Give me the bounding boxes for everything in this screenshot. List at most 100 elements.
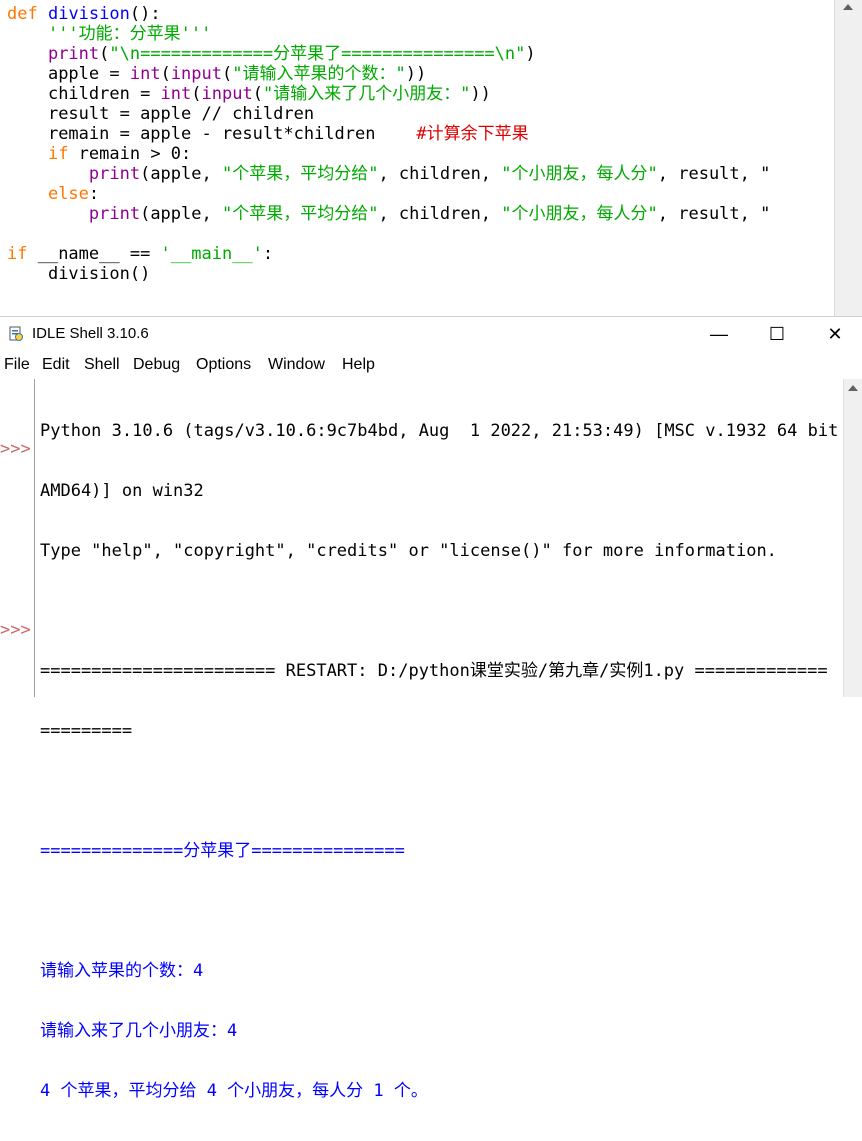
- menu-options[interactable]: Options: [196, 356, 251, 374]
- code-token: "请输入来了几个小朋友：": [262, 84, 471, 104]
- code-token: )): [470, 84, 491, 104]
- close-button[interactable]: ✕: [806, 317, 862, 351]
- menu-file[interactable]: File: [4, 356, 30, 374]
- code-token: print: [47, 44, 100, 64]
- code-token: "个苹果，平均分给": [221, 164, 379, 184]
- code-token: division(): [47, 264, 151, 284]
- output-header: ==============分苹果了===============: [40, 841, 405, 861]
- code-token: children =: [47, 84, 161, 104]
- prompt-marker: >>>: [0, 439, 31, 459]
- menu-help[interactable]: Help: [342, 356, 375, 374]
- menu-debug[interactable]: Debug: [133, 356, 180, 374]
- code-token: , result, ": [657, 204, 771, 224]
- code-token: print: [88, 164, 141, 184]
- code-line: division(): [7, 264, 770, 284]
- code-token: remain = apple - result*children: [47, 124, 417, 144]
- code-token: :: [262, 244, 274, 264]
- code-token: "个小朋友，每人分": [501, 204, 658, 224]
- code-token: "\n=============分苹果了===============\n": [109, 44, 526, 64]
- shell-body[interactable]: >>> >>> Python 3.10.6 (tags/v3.10.6:9c7b…: [0, 379, 862, 1101]
- code-token: (: [191, 84, 202, 104]
- code-line: if remain > 0:: [7, 144, 770, 164]
- prompt-gutter: >>> >>>: [0, 379, 35, 697]
- code-token: remain > 0:: [68, 144, 192, 164]
- code-token: , result, ": [657, 164, 771, 184]
- code-token: def: [7, 4, 38, 24]
- code-token: int: [160, 84, 192, 104]
- idle-shell-window: IDLE Shell 3.10.6 — ☐ ✕ File Edit Shell …: [0, 317, 862, 1101]
- code-line: print("\n=============分苹果了==============…: [7, 44, 770, 64]
- code-line: else:: [7, 184, 770, 204]
- code-token: '''功能：分苹果''': [47, 24, 212, 44]
- title-bar[interactable]: IDLE Shell 3.10.6 — ☐ ✕: [0, 317, 862, 351]
- output-line: 4 个苹果，平均分给 4 个小朋友，每人分 1 个。: [40, 1081, 428, 1101]
- minimize-icon: —: [710, 323, 728, 344]
- editor-window[interactable]: def division(): '''功能：分苹果''' print("\n==…: [0, 0, 862, 317]
- code-line: children = int(input("请输入来了几个小朋友：")): [7, 84, 770, 104]
- code-token: apple =: [47, 64, 130, 84]
- code-token: (: [160, 64, 171, 84]
- banner-line: AMD64)] on win32: [40, 481, 204, 501]
- code-token: ():: [129, 4, 161, 24]
- code-line: remain = apple - result*children #计算余下苹果: [7, 124, 770, 144]
- code-token: (: [222, 64, 233, 84]
- code-line: def division():: [7, 4, 770, 24]
- code-token: "个苹果，平均分给": [221, 204, 379, 224]
- code-token: (: [252, 84, 263, 104]
- banner-line: Type "help", "copyright", "credits" or "…: [40, 541, 777, 561]
- menu-shell[interactable]: Shell: [84, 356, 120, 374]
- scroll-up-arrow-icon[interactable]: [843, 4, 853, 10]
- prompt-marker: >>>: [0, 620, 31, 640]
- minimize-button[interactable]: —: [690, 317, 748, 351]
- editor-scrollbar[interactable]: [834, 0, 862, 316]
- code-token: division: [47, 4, 130, 24]
- window-title: IDLE Shell 3.10.6: [32, 325, 149, 342]
- code-token: :: [88, 184, 100, 204]
- code-token: else: [47, 184, 89, 204]
- code-line: result = apple // children: [7, 104, 770, 124]
- code-token: ): [525, 44, 536, 64]
- code-line: apple = int(input("请输入苹果的个数：")): [7, 64, 770, 84]
- maximize-button[interactable]: ☐: [748, 317, 806, 351]
- maximize-icon: ☐: [768, 323, 786, 344]
- menu-bar: File Edit Shell Debug Options Window Hel…: [0, 353, 862, 379]
- menu-edit[interactable]: Edit: [42, 356, 70, 374]
- scroll-up-arrow-icon[interactable]: [848, 385, 858, 391]
- shell-output-area[interactable]: Python 3.10.6 (tags/v3.10.6:9c7b4bd, Aug…: [40, 381, 859, 1141]
- menu-window[interactable]: Window: [268, 356, 325, 374]
- banner-line: Python 3.10.6 (tags/v3.10.6:9c7b4bd, Aug…: [40, 421, 859, 441]
- code-token: if: [7, 244, 28, 264]
- shell-scrollbar[interactable]: [843, 379, 862, 697]
- code-token: "请输入苹果的个数：": [232, 64, 406, 84]
- code-token: #计算余下苹果: [416, 124, 529, 144]
- code-token: result = apple // children: [47, 104, 315, 124]
- code-token: '__main__': [160, 244, 263, 264]
- code-token: (apple,: [140, 204, 222, 224]
- code-line: print(apple, "个苹果，平均分给", children, "个小朋友…: [7, 164, 770, 184]
- code-line: '''功能：分苹果''': [7, 24, 770, 44]
- code-token: input: [170, 64, 222, 84]
- code-token: input: [201, 84, 253, 104]
- python-idle-icon: [9, 326, 23, 341]
- code-token: , children,: [378, 204, 502, 224]
- code-line: print(apple, "个苹果，平均分给", children, "个小朋友…: [7, 204, 770, 224]
- code-token: (apple,: [140, 164, 222, 184]
- output-line: 请输入苹果的个数：4: [40, 961, 204, 981]
- close-icon: ✕: [827, 323, 843, 344]
- restart-line: ======================= RESTART: D:/pyth…: [40, 661, 828, 681]
- code-token: __name__ ==: [27, 244, 161, 264]
- editor-code-area[interactable]: def division(): '''功能：分苹果''' print("\n==…: [7, 4, 770, 284]
